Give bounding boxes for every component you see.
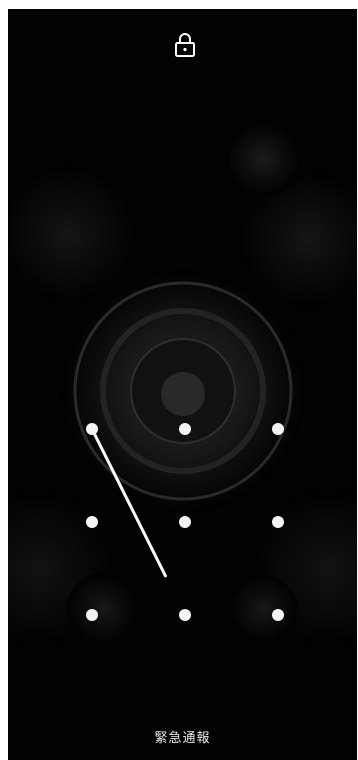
pattern-dot[interactable]: [179, 516, 191, 528]
pattern-dot[interactable]: [86, 423, 98, 435]
device-frame: 緊急通報: [0, 0, 358, 760]
pattern-path-line: [90, 427, 167, 578]
pattern-dot[interactable]: [86, 516, 98, 528]
pattern-dot[interactable]: [272, 423, 284, 435]
pattern-dot[interactable]: [86, 609, 98, 621]
lock-screen: 緊急通報: [8, 9, 357, 760]
pattern-path-layer: [90, 427, 167, 578]
pattern-dot[interactable]: [179, 609, 191, 621]
pattern-dot[interactable]: [272, 609, 284, 621]
emergency-call-button[interactable]: 緊急通報: [8, 727, 357, 746]
pattern-dot[interactable]: [179, 423, 191, 435]
pattern-dot[interactable]: [272, 516, 284, 528]
